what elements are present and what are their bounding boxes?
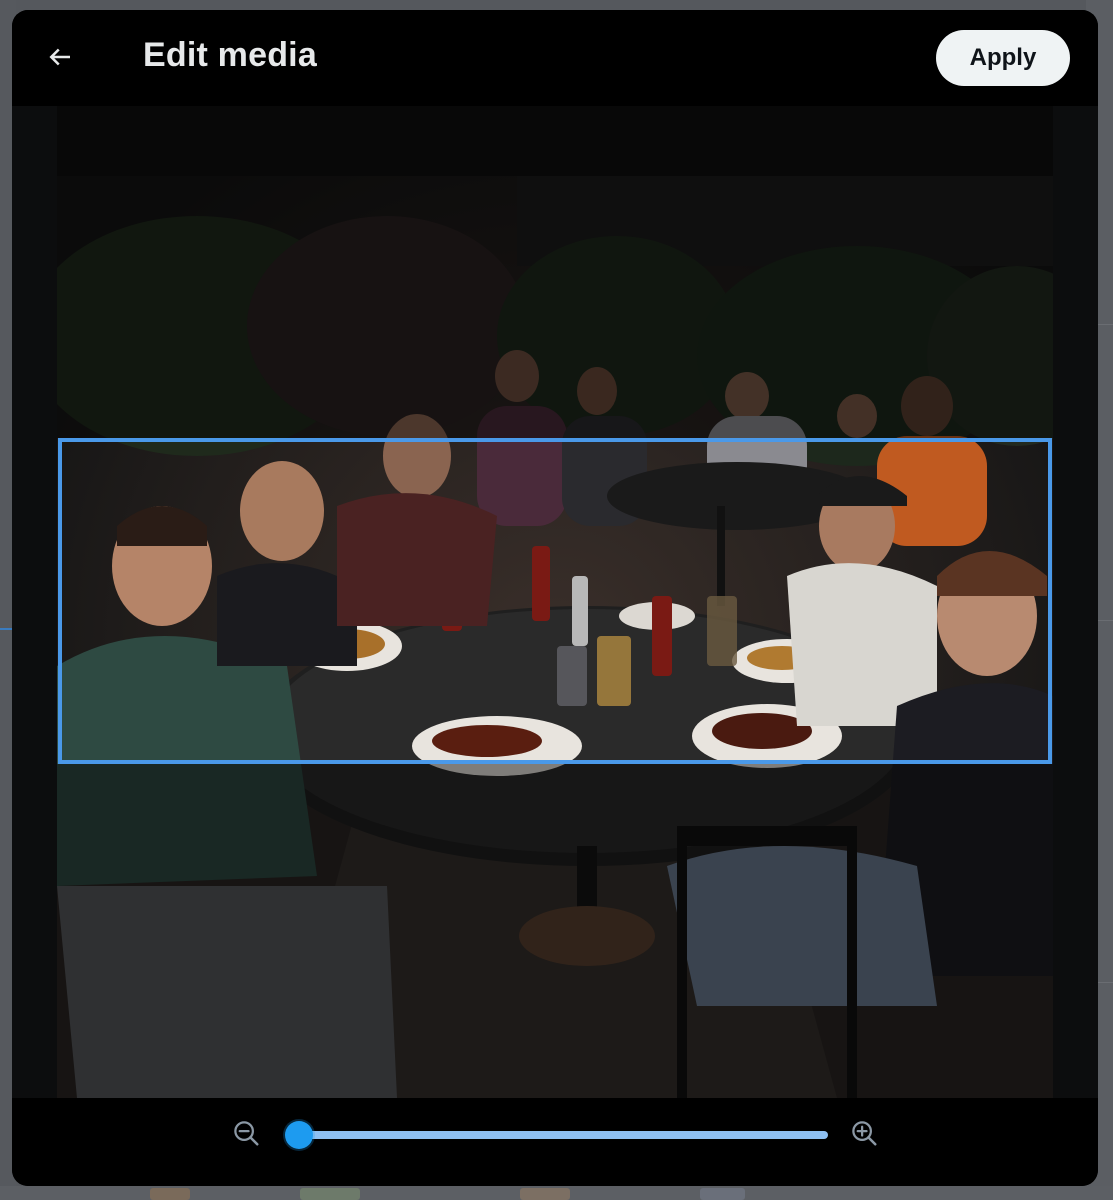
zoom-slider-thumb[interactable] — [284, 1121, 313, 1149]
crop-mask-bottom — [57, 764, 1053, 1098]
arrow-left-icon — [45, 42, 75, 77]
crop-stage[interactable] — [12, 106, 1098, 1098]
back-button[interactable] — [38, 37, 82, 81]
apply-button[interactable]: Apply — [936, 30, 1070, 86]
modal-header: Edit media Apply — [12, 10, 1098, 106]
zoom-slider[interactable] — [284, 1121, 828, 1149]
page-title: Edit media — [143, 36, 317, 74]
modal-footer — [12, 1098, 1098, 1186]
zoom-out-button[interactable] — [229, 1118, 263, 1152]
zoom-in-icon — [849, 1118, 879, 1153]
background-bottom-strip — [0, 1186, 1113, 1200]
crop-mask-top — [57, 106, 1053, 438]
zoom-slider-track — [288, 1131, 828, 1139]
zoom-in-button[interactable] — [847, 1118, 881, 1152]
zoom-out-icon — [231, 1118, 261, 1153]
crop-frame[interactable] — [58, 438, 1052, 764]
edit-media-modal: Edit media Apply — [12, 10, 1098, 1186]
